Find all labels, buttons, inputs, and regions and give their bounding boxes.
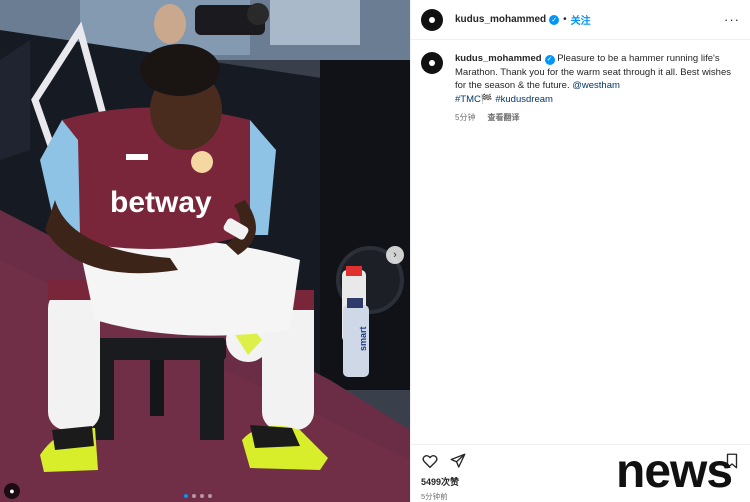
caption-username[interactable]: kudus_mohammed (455, 53, 542, 64)
carousel-dot (192, 494, 196, 498)
separator-dot: • (563, 14, 567, 25)
see-translation-button[interactable]: 查看翻译 (487, 111, 519, 125)
verified-badge-icon: ✓ (544, 54, 555, 65)
hashtag-link[interactable]: #kudusdream (495, 94, 553, 105)
mention-link[interactable]: @westham (572, 80, 620, 91)
carousel-dot-active (184, 494, 188, 498)
flag-emoji-icon: 🏁 (480, 93, 493, 105)
post-header: kudus_mohammed ✓ • 关注 ··· (411, 0, 750, 40)
next-photo-button[interactable]: › (386, 246, 404, 264)
heart-icon[interactable] (421, 452, 439, 470)
carousel-dot (200, 494, 204, 498)
news-watermark: news (616, 445, 733, 498)
verified-badge-icon: ✓ (549, 14, 560, 25)
carousel-indicator (184, 494, 212, 498)
photo-illustration: smart betway (0, 0, 410, 502)
caption-age: 5分钟 (455, 113, 476, 122)
caption-body: kudus_mohammed ✓ Pleasure to be a hammer … (455, 52, 735, 125)
post-caption: kudus_mohammed ✓ Pleasure to be a hammer … (411, 40, 750, 125)
jersey-sponsor: betway (110, 186, 212, 219)
hashtag-link[interactable]: #TMC (455, 94, 481, 105)
more-options-icon[interactable]: ··· (724, 12, 740, 27)
post-sidebar: kudus_mohammed ✓ • 关注 ··· kudus_mohammed… (410, 0, 750, 502)
caption-meta: 5分钟 查看翻译 (455, 111, 735, 125)
person-icon: ● (9, 486, 15, 496)
bottle-label: smart (358, 326, 368, 351)
avatar[interactable] (421, 8, 443, 31)
header-username[interactable]: kudus_mohammed (455, 14, 546, 25)
follow-button[interactable]: 关注 (571, 12, 591, 27)
tagged-users-button[interactable]: ● (4, 483, 20, 499)
post-photo[interactable]: smart betway › ● (0, 0, 410, 502)
paper-plane-icon[interactable] (449, 452, 467, 470)
chevron-right-icon: › (393, 249, 397, 261)
caption-avatar[interactable] (421, 52, 443, 74)
carousel-dot (208, 494, 212, 498)
